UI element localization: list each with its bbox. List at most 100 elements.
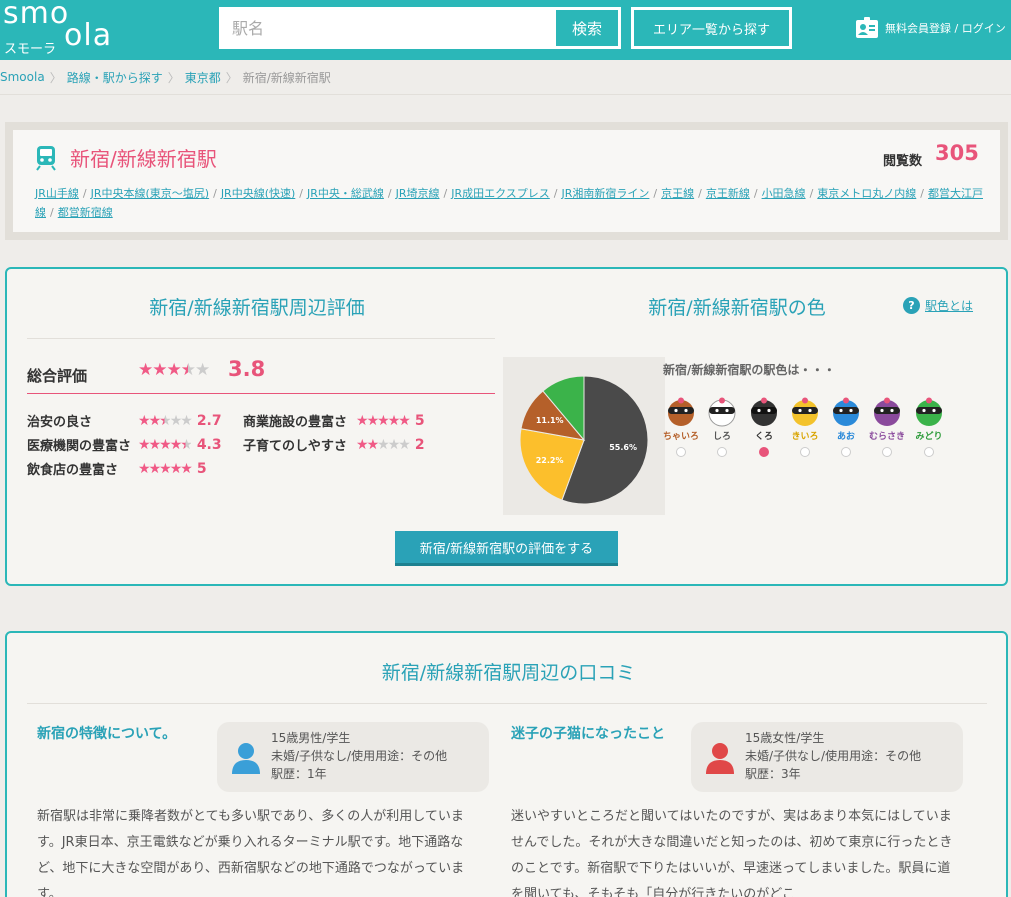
site-logo[interactable]: smo ola スモーラ [0,0,120,60]
user-avatar-icon [706,743,734,774]
breadcrumb: Smoola 〉 路線・駅から探す 〉 東京都 〉 新宿/新線新宿駅 [0,60,1011,95]
reviewer-info: 15歳女性/学生 未婚/子供なし/使用用途：その他 駅歴：3年 [691,722,963,792]
breadcrumb-prefecture[interactable]: 東京都 [185,69,221,86]
review-heading[interactable]: 新宿の特徴について。 [37,723,176,743]
star-icon: ★ [138,436,150,453]
rating-stars: ★★★★★ [356,436,411,453]
color-character[interactable]: くろ [746,397,782,457]
line-separator: / [82,187,87,200]
evaluation-title: 新宿/新線新宿駅周辺評価 [149,297,365,319]
color-radio[interactable] [717,447,727,457]
line-link[interactable]: 小田急線 [762,187,806,200]
logo-text-ola: ola [64,18,113,53]
station-color-help-link[interactable]: 駅色とは [925,297,973,314]
rating-label: 子育てのしやすさ [243,439,347,454]
line-separator: / [50,206,54,219]
line-link[interactable]: JR湘南新宿ライン [562,187,650,200]
reviewer-status: 未婚/子供なし/使用用途：その他 [745,749,922,763]
star-icon: ★ [159,436,171,453]
reviewer-status: 未婚/子供なし/使用用途：その他 [271,749,448,763]
review-heading[interactable]: 迷子の子猫になったこと [511,723,665,743]
line-link[interactable]: JR中央本線(東京～塩尻) [91,187,209,200]
color-radio[interactable] [759,447,769,457]
line-link[interactable]: 都営新宿線 [58,206,113,219]
breadcrumb-separator: 〉 [167,70,180,85]
star-icon: ★ [398,436,410,453]
search-button[interactable]: 検索 [556,10,618,46]
line-link[interactable]: 東京メトロ丸ノ内線 [817,187,916,200]
breadcrumb-home[interactable]: Smoola [0,70,45,84]
star-icon: ★ [180,460,192,477]
rating-commercial: 商業施設の豊富さ ★★★★★ 5 [243,411,425,431]
rate-station-button[interactable]: 新宿/新線新宿駅の評価をする [395,531,618,566]
line-link[interactable]: JR山手線 [35,187,79,200]
color-character[interactable]: あお [828,397,864,457]
line-link[interactable]: JR中央・総武線 [307,187,384,200]
line-link[interactable]: JR成田エクスプレス [451,187,550,200]
star-icon: ★ [387,436,400,453]
line-link[interactable]: JR埼京線 [396,187,440,200]
star-icon: ★ [398,412,410,429]
rating-score: 5 [414,412,425,429]
star-icon: ★ [166,360,182,380]
area-list-button[interactable]: エリア一覧から探す [631,7,792,49]
member-login-label: 無料会員登録 / ログイン [885,22,1006,35]
star-icon: ★ [180,412,192,429]
star-icon: ★ [159,460,171,477]
line-link[interactable]: 京王線 [661,187,694,200]
rating-stars: ★★★★★ [138,460,193,477]
overall-rating-score: 3.8 [228,357,266,381]
color-character[interactable]: むらさき [869,397,905,457]
star-icon: ★ [366,436,379,453]
color-character[interactable]: きいろ [787,397,823,457]
station-search-input[interactable] [222,10,554,46]
color-radio[interactable] [841,447,851,457]
color-radio[interactable] [924,447,934,457]
member-login-link[interactable]: 無料会員登録 / ログイン [855,16,1006,40]
reviewer-details: 15歳女性/学生 未婚/子供なし/使用用途：その他 駅歴：3年 [745,729,921,783]
rating-score: 4.3 [196,436,222,453]
color-character[interactable]: みどり [911,397,947,457]
color-radio[interactable] [800,447,810,457]
line-link[interactable]: JR中央線(快速) [221,187,295,200]
review-body: 迷いやすいところだと聞いてはいたのですが、実はあまり本気にはしていませんでした。… [511,809,953,897]
view-count-label: 閲覧数 [883,154,923,169]
character-face-icon [874,397,900,426]
reviews-card: 新宿/新線新宿駅周辺の口コミ 新宿の特徴について。 15歳男性/学生 未婚/子供… [5,631,1008,897]
reviewer-info: 15歳男性/学生 未婚/子供なし/使用用途：その他 駅歴：1年 [217,722,489,792]
character-face-icon [792,397,818,426]
station-color-question: 新宿/新線新宿駅の駅色は・・・ [663,363,836,377]
line-separator: / [443,187,448,200]
color-character[interactable]: しろ [704,397,740,457]
color-radio[interactable] [882,447,892,457]
star-icon: ★ [377,436,389,453]
star-icon: ★ [169,436,182,453]
breadcrumb-routes[interactable]: 路線・駅から探す [67,69,163,86]
character-name: しろ [712,432,731,442]
line-link[interactable]: 京王新線 [706,187,750,200]
overall-rating-label: 総合評価 [27,367,88,385]
pie-slice-label: 22.2% [536,456,564,465]
pie-slice-label: 55.6% [609,443,637,452]
star-icon: ★ [148,436,161,453]
station-color-pie-chart: 55.6% 22.2% 11.1% [519,375,649,505]
logo-text-smo: smo [3,0,70,31]
rating-childcare: 子育てのしやすさ ★★★★★ 2 [243,435,425,455]
color-radio[interactable] [676,447,686,457]
line-separator: / [387,187,392,200]
rating-safety: 治安の良さ ★★★★★ 2.7 [27,411,222,431]
station-color-help[interactable]: ? 駅色とは [903,297,973,314]
reviewer-station-history: 駅歴：3年 [745,767,801,781]
station-title: 新宿/新線新宿駅 [70,147,217,171]
rating-stars: ★★★★★ [356,412,411,429]
line-separator: / [213,187,217,200]
character-name: むらさき [869,432,906,442]
user-avatar-icon [232,743,260,774]
line-separator: / [553,187,558,200]
color-character[interactable]: ちゃいろ [663,397,699,457]
pie-slice-label: 11.1% [536,416,564,425]
line-list: JR山手線 / JR中央本線(東京～塩尻) / JR中央線(快速) / JR中央・総武線 / J… [35,184,985,222]
character-name: くろ [754,432,773,442]
star-icon: ★ [148,412,161,429]
reviews-title: 新宿/新線新宿駅周辺の口コミ [381,662,636,684]
